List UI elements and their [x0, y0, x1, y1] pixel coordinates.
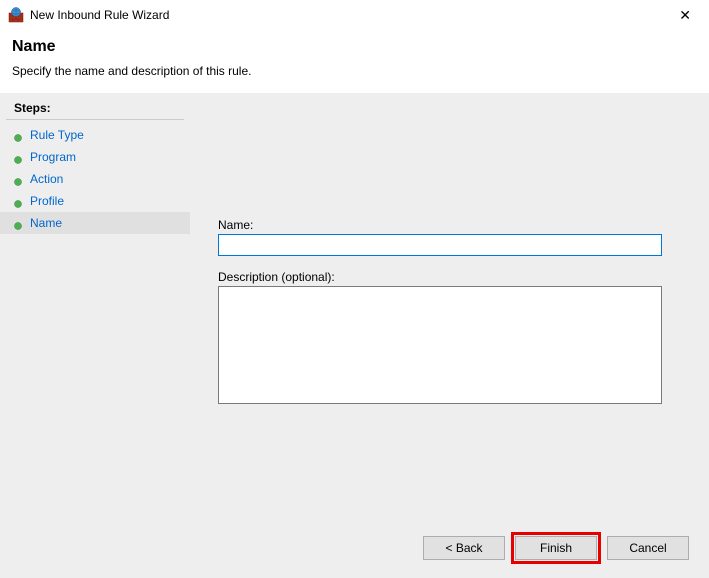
titlebar-left: New Inbound Rule Wizard — [8, 7, 169, 23]
step-label: Rule Type — [30, 128, 84, 142]
step-rule-type[interactable]: Rule Type — [0, 124, 190, 146]
window-title: New Inbound Rule Wizard — [30, 8, 169, 22]
name-label: Name: — [218, 218, 689, 232]
button-row: < Back Finish Cancel — [423, 532, 689, 564]
bullet-icon — [14, 131, 22, 139]
step-name[interactable]: Name — [0, 212, 190, 234]
steps-sidebar: Steps: Rule Type Program Action Profile — [0, 93, 190, 578]
titlebar: New Inbound Rule Wizard ✕ — [0, 0, 709, 30]
step-profile[interactable]: Profile — [0, 190, 190, 212]
bullet-icon — [14, 219, 22, 227]
bullet-icon — [14, 153, 22, 161]
close-icon[interactable]: ✕ — [671, 3, 699, 28]
bullet-icon — [14, 197, 22, 205]
finish-button[interactable]: Finish — [515, 536, 597, 560]
cancel-button[interactable]: Cancel — [607, 536, 689, 560]
description-label: Description (optional): — [218, 270, 689, 284]
steps-heading: Steps: — [6, 99, 184, 120]
step-label: Program — [30, 150, 76, 164]
step-label: Name — [30, 216, 62, 230]
bullet-icon — [14, 175, 22, 183]
step-action[interactable]: Action — [0, 168, 190, 190]
description-textarea[interactable] — [218, 286, 662, 404]
name-input[interactable] — [218, 234, 662, 256]
page-title: Name — [12, 38, 697, 56]
firewall-icon — [8, 7, 24, 23]
finish-highlight: Finish — [511, 532, 601, 564]
page-subtitle: Specify the name and description of this… — [12, 64, 697, 78]
wizard-body: Steps: Rule Type Program Action Profile — [0, 93, 709, 578]
back-button[interactable]: < Back — [423, 536, 505, 560]
wizard-header: Name Specify the name and description of… — [0, 30, 709, 93]
step-label: Action — [30, 172, 63, 186]
step-label: Profile — [30, 194, 64, 208]
step-program[interactable]: Program — [0, 146, 190, 168]
content-pane: Name: Description (optional): < Back Fin… — [190, 93, 709, 578]
